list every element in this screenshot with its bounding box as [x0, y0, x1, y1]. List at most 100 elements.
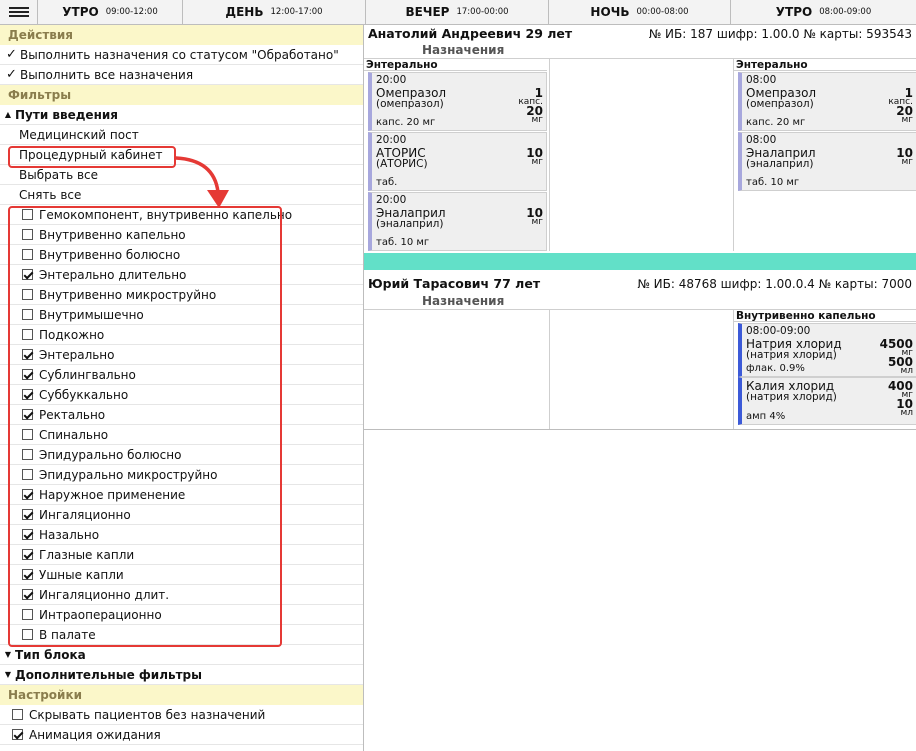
drug-form: капс. 20 мг [376, 117, 436, 128]
route-option[interactable]: Глазные капли [0, 545, 363, 565]
route-option[interactable]: Гемокомпонент, внутривенно капельно [0, 205, 363, 225]
shift-tab-next-morning[interactable]: УТРО 08:00-09:00 [731, 0, 916, 24]
patient-header[interactable]: Анатолий Андреевич 29 лет № ИБ: 187 шифр… [364, 25, 916, 42]
drug-generic: (эналаприл) [746, 158, 814, 170]
checkbox[interactable] [22, 589, 33, 600]
route-option[interactable]: Сублингвально [0, 365, 363, 385]
option-medical-post[interactable]: Медицинский пост [0, 125, 363, 145]
assignment-card[interactable]: 20:00 Эналаприл (эналаприл) таб. 10 мг 10 мг [368, 192, 547, 251]
assignment-card[interactable]: 20:00 Омепразол (омепразол) капс. 20 мг 1 кап… [368, 72, 547, 131]
route-option[interactable]: Внутривенно микроструйно [0, 285, 363, 305]
checkbox[interactable] [22, 389, 33, 400]
setting-wait-animation[interactable]: Анимация ожидания [0, 725, 363, 745]
assignments-panel: Анатолий Андреевич 29 лет № ИБ: 187 шифр… [364, 25, 916, 751]
menu-button[interactable] [0, 0, 38, 24]
route-option[interactable]: Эпидурально микроструйно [0, 465, 363, 485]
route-option[interactable]: Наружное применение [0, 485, 363, 505]
checkbox[interactable] [22, 249, 33, 260]
route-option[interactable]: Назально [0, 525, 363, 545]
route-option[interactable]: Ингаляционно [0, 505, 363, 525]
triangle-down-icon: ▼ [4, 650, 12, 659]
shift-time: 00:00-08:00 [636, 7, 689, 17]
checkbox[interactable] [22, 269, 33, 280]
shift-tab-morning[interactable]: УТРО 09:00-12:00 [38, 0, 183, 24]
route-label: Внутривенно капельно [39, 227, 186, 242]
route-option[interactable]: Энтерально длительно [0, 265, 363, 285]
route-option[interactable]: Интраоперационно [0, 605, 363, 625]
route-option[interactable]: Ингаляционно длит. [0, 585, 363, 605]
route-option[interactable]: Подкожно [0, 325, 363, 345]
checkbox[interactable] [22, 409, 33, 420]
action-execute-processed[interactable]: ✓ Выполнить назначения со статусом "Обра… [0, 45, 363, 65]
checkbox[interactable] [22, 349, 33, 360]
checkbox[interactable] [22, 549, 33, 560]
dose-unit: мл [900, 366, 913, 376]
checkbox[interactable] [22, 609, 33, 620]
route-label: Ушные капли [39, 567, 124, 582]
option-select-all[interactable]: Выбрать все [0, 165, 363, 185]
checkbox[interactable] [22, 569, 33, 580]
settings-header: Настройки [0, 685, 363, 705]
shift-time: 08:00-09:00 [819, 7, 872, 17]
shift-tab-day[interactable]: ДЕНЬ 12:00-17:00 [183, 0, 366, 24]
route-label: Назально [39, 527, 100, 542]
block-type-toggle[interactable]: ▼ Тип блока [0, 645, 363, 665]
route-option[interactable]: Энтерально [0, 345, 363, 365]
checkbox[interactable] [22, 329, 33, 340]
checkbox[interactable] [12, 729, 23, 740]
route-label: Ректально [39, 407, 106, 422]
assignment-card[interactable]: Калия хлорид (натрия хлорид) амп 4% 400 мг 10… [738, 377, 916, 425]
route-option[interactable]: В палате [0, 625, 363, 645]
route-option[interactable]: Эпидурально болюсно [0, 445, 363, 465]
checkbox[interactable] [22, 469, 33, 480]
routes-group-title: Пути введения [15, 107, 118, 122]
assignment-card[interactable]: 20:00 АТОРИС (АТОРИС) таб. 10 мг [368, 132, 547, 191]
shift-name: НОЧЬ [590, 5, 630, 19]
hamburger-menu-icon [8, 7, 29, 17]
option-procedure-room[interactable]: Процедурный кабинет [0, 145, 363, 165]
action-execute-all[interactable]: ✓ Выполнить все назначения [0, 65, 363, 85]
checkbox[interactable] [12, 709, 23, 720]
route-option[interactable]: Внутримышечно [0, 305, 363, 325]
route-option[interactable]: Ушные капли [0, 565, 363, 585]
drug-generic: (натрия хлорид) [746, 349, 837, 361]
patient-header[interactable]: Юрий Тарасович 77 лет № ИБ: 48768 шифр: … [364, 275, 916, 292]
checkbox[interactable] [22, 229, 33, 240]
assignment-card[interactable]: 08:00 Эналаприл (эналаприл) таб. 10 мг 10 мг [738, 132, 916, 191]
route-option[interactable]: Спинально [0, 425, 363, 445]
route-option[interactable]: Ректально [0, 405, 363, 425]
checkbox[interactable] [22, 529, 33, 540]
checkbox[interactable] [22, 369, 33, 380]
route-label: Гемокомпонент, внутривенно капельно [39, 207, 293, 222]
assignment-card[interactable]: 08:00-09:00 Натрия хлорид (натрия хлорид) ф… [738, 323, 916, 377]
drug-generic: (эналаприл) [376, 218, 444, 230]
filter-panel: Действия ✓ Выполнить назначения со стату… [0, 25, 364, 751]
patient-separator-bar [364, 253, 916, 270]
setting-hide-empty-patients[interactable]: Скрывать пациентов без назначений [0, 705, 363, 725]
route-option[interactable]: Суббуккально [0, 385, 363, 405]
shift-tab-evening[interactable]: ВЕЧЕР 17:00-00:00 [366, 0, 549, 24]
extra-filters-toggle[interactable]: ▼ Дополнительные фильтры [0, 665, 363, 685]
route-option[interactable]: Внутривенно капельно [0, 225, 363, 245]
checkbox[interactable] [22, 489, 33, 500]
shift-tab-night[interactable]: НОЧЬ 00:00-08:00 [549, 0, 731, 24]
routes-group-toggle[interactable]: ▲ Пути введения [0, 105, 363, 125]
filters-header: Фильтры [0, 85, 363, 105]
route-option[interactable]: Внутривенно болюсно [0, 245, 363, 265]
time-column: Энтерально 20:00 Омепразол (омепразол) капс.… [364, 59, 547, 251]
route-label: Подкожно [39, 327, 105, 342]
shift-name: ДЕНЬ [225, 5, 264, 19]
checkbox[interactable] [22, 309, 33, 320]
checkbox[interactable] [22, 209, 33, 220]
option-clear-all[interactable]: Снять все [0, 185, 363, 205]
route-label: Наружное применение [39, 487, 186, 502]
checkbox[interactable] [22, 289, 33, 300]
shift-bar: УТРО 09:00-12:00 ДЕНЬ 12:00-17:00 ВЕЧЕР … [0, 0, 916, 25]
checkbox[interactable] [22, 449, 33, 460]
checkbox[interactable] [22, 509, 33, 520]
dose-unit: мл [900, 408, 913, 418]
checkbox[interactable] [22, 429, 33, 440]
checkbox[interactable] [22, 629, 33, 640]
route-label: Ингаляционно длит. [39, 587, 170, 602]
assignment-card[interactable]: 08:00 Омепразол (омепразол) капс. 20 мг 1 кап… [738, 72, 916, 131]
